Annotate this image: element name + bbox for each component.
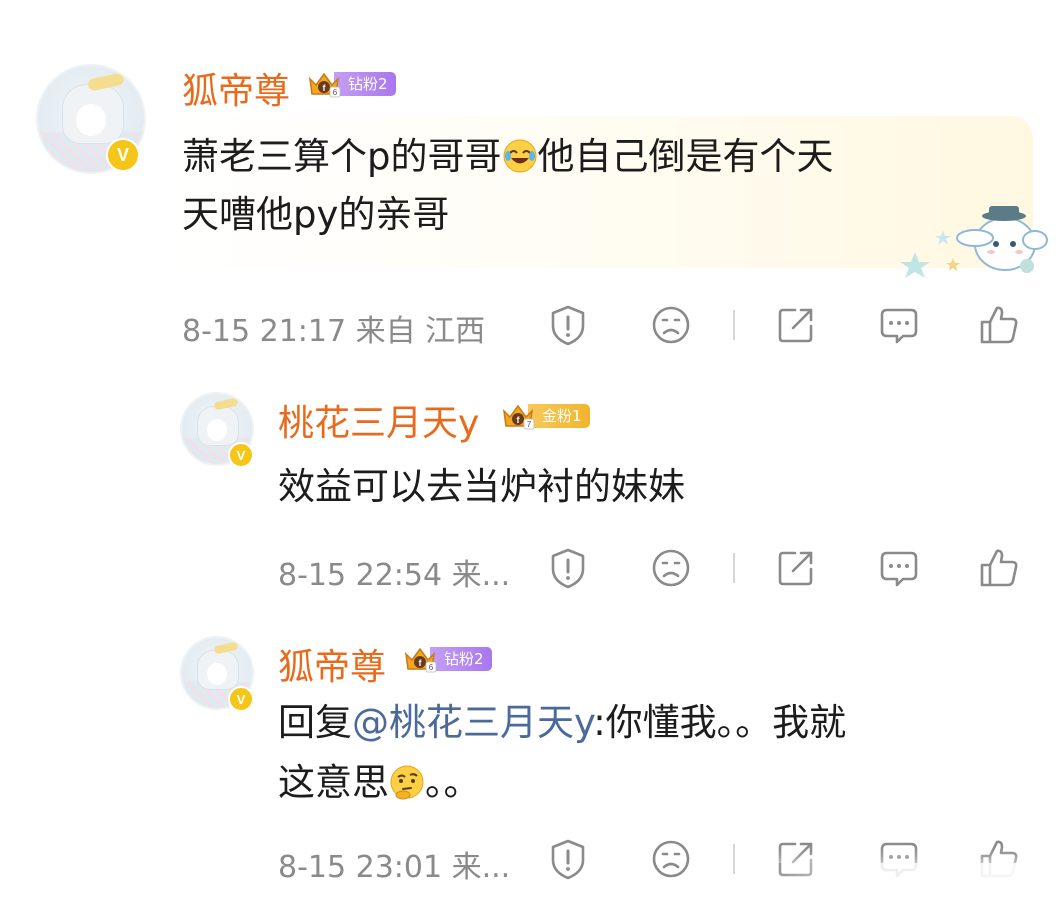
fan-badge[interactable]: f 6 钻粉2 xyxy=(402,645,492,673)
watermark-overlay xyxy=(763,863,1063,913)
comment-text-line-2: 这意思。。 xyxy=(278,761,481,804)
verified-icon: V xyxy=(228,686,254,712)
svg-text:6: 6 xyxy=(429,663,434,672)
report-icon[interactable] xyxy=(545,836,591,882)
svg-text:6: 6 xyxy=(333,88,338,97)
comment-thread: V 狐帝尊 f 6 钻粉2 萧老三算个p的哥哥 他自己倒是有个天 天嘈他py的亲… xyxy=(0,0,1063,913)
crown-icon: f 7 xyxy=(502,404,535,430)
svg-text:7: 7 xyxy=(527,420,532,429)
username[interactable]: 狐帝尊 xyxy=(278,638,386,690)
fan-badge-label: 钻粉2 xyxy=(430,647,492,671)
dislike-icon[interactable] xyxy=(648,836,694,882)
mention-link[interactable]: @桃花三月天y xyxy=(352,701,593,744)
divider xyxy=(733,844,735,874)
comment-meta: 8-15 23:01 来... xyxy=(278,850,511,885)
crown-icon: f 6 xyxy=(404,647,437,673)
crown-icon: f 6 xyxy=(308,72,341,98)
comment-3: V 狐帝尊 f 6 钻粉2 回复@桃花三月天y:你懂我。。我就 这意思。。 8-… xyxy=(0,0,1063,913)
comment-text: 回复@桃花三月天y:你懂我。。我就 xyxy=(278,701,847,744)
thinking-emoji-icon xyxy=(390,765,424,800)
